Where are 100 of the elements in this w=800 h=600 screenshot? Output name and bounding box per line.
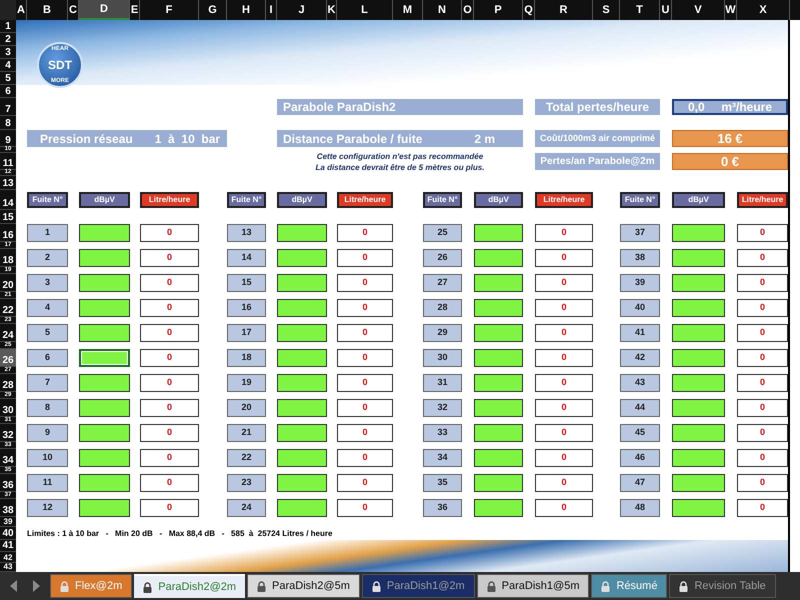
litres-cell: 0 (535, 499, 593, 517)
litres-cell: 0 (737, 349, 788, 367)
level-cell[interactable] (672, 374, 725, 392)
leak-number: 34 (423, 449, 462, 467)
level-cell[interactable] (79, 349, 130, 367)
level-cell[interactable] (277, 399, 327, 417)
leak-number: 19 (227, 374, 266, 392)
level-cell[interactable] (672, 399, 725, 417)
loss-label: Pertes/an Parabole@2m (535, 153, 660, 170)
level-cell[interactable] (474, 274, 523, 292)
level-cell[interactable] (474, 474, 523, 492)
level-cell[interactable] (277, 424, 327, 442)
level-cell[interactable] (672, 474, 725, 492)
level-cell[interactable] (474, 374, 523, 392)
level-cell[interactable] (672, 499, 725, 517)
total-value: 0,0 (688, 99, 705, 116)
level-cell[interactable] (277, 349, 327, 367)
litres-cell: 0 (535, 374, 593, 392)
leak-number: 13 (227, 224, 266, 242)
leak-number: 46 (620, 449, 660, 467)
leak-number: 25 (423, 224, 462, 242)
level-cell[interactable] (672, 274, 725, 292)
level-cell[interactable] (79, 224, 130, 242)
level-cell[interactable] (474, 224, 523, 242)
level-cell[interactable] (672, 424, 725, 442)
litres-cell: 0 (140, 299, 199, 317)
litres-cell: 0 (737, 424, 788, 442)
level-cell[interactable] (277, 449, 327, 467)
level-cell[interactable] (474, 399, 523, 417)
level-cell[interactable] (474, 449, 523, 467)
leak-number: 9 (27, 424, 68, 442)
level-cell[interactable] (277, 274, 327, 292)
level-cell[interactable] (474, 299, 523, 317)
level-cell[interactable] (277, 374, 327, 392)
level-cell[interactable] (79, 299, 130, 317)
litres-cell: 0 (737, 399, 788, 417)
leak-number: 11 (27, 474, 68, 492)
level-cell[interactable] (474, 349, 523, 367)
sheet-tab[interactable]: Résumé (591, 574, 668, 598)
column-label: Litre/heure (140, 192, 199, 208)
level-cell[interactable] (672, 224, 725, 242)
litres-cell: 0 (535, 399, 593, 417)
litres-cell: 0 (337, 474, 393, 492)
level-cell[interactable] (277, 324, 327, 342)
level-cell[interactable] (474, 324, 523, 342)
level-cell[interactable] (79, 399, 130, 417)
level-cell[interactable] (79, 249, 130, 267)
litres-cell: 0 (337, 274, 393, 292)
litres-cell: 0 (140, 449, 199, 467)
level-cell[interactable] (79, 474, 130, 492)
level-cell[interactable] (277, 249, 327, 267)
column-label: dBµV (672, 192, 725, 208)
level-cell[interactable] (672, 449, 725, 467)
litres-cell: 0 (535, 274, 593, 292)
pressure-range: 1 à 10 bar (154, 130, 220, 148)
level-cell[interactable] (474, 499, 523, 517)
sheet-tab[interactable]: ParaDish1@5m (476, 574, 590, 598)
litres-cell: 0 (535, 474, 593, 492)
sheet-tab[interactable]: ParaDish1@2m (362, 574, 475, 598)
column-label: Fuite N° (423, 192, 462, 208)
scroll-right-icon[interactable] (32, 580, 40, 592)
leak-number: 32 (423, 399, 462, 417)
level-cell[interactable] (79, 499, 130, 517)
level-cell[interactable] (277, 224, 327, 242)
scroll-left-icon[interactable] (10, 580, 18, 592)
level-cell[interactable] (672, 299, 725, 317)
level-cell[interactable] (79, 374, 130, 392)
leak-number: 29 (423, 324, 462, 342)
column-header[interactable]: D (79, 0, 130, 20)
leak-number: 4 (27, 299, 68, 317)
level-cell[interactable] (672, 349, 725, 367)
leak-number: 40 (620, 299, 660, 317)
column-label: dBµV (79, 192, 130, 208)
level-cell[interactable] (474, 249, 523, 267)
litres-cell: 0 (535, 299, 593, 317)
level-cell[interactable] (277, 299, 327, 317)
litres-cell: 0 (535, 224, 593, 242)
loss-value: 0 € (672, 153, 788, 170)
level-cell[interactable] (672, 249, 725, 267)
level-cell[interactable] (672, 324, 725, 342)
level-cell[interactable] (79, 274, 130, 292)
sheet-tab[interactable]: Revision Table (669, 574, 776, 598)
leak-number: 10 (27, 449, 68, 467)
column-label: Fuite N° (620, 192, 660, 208)
level-cell[interactable] (277, 474, 327, 492)
row-header[interactable]: 26 (0, 349, 16, 367)
sheet-tab[interactable]: ParaDish2@2m (134, 574, 246, 598)
column-label: dBµV (277, 192, 327, 208)
sheet-tab[interactable]: ParaDish2@5m (247, 574, 360, 598)
litres-cell: 0 (737, 224, 788, 242)
litres-cell: 0 (337, 349, 393, 367)
warning-text: Cette configuration n'est pas recommandée (316, 150, 484, 162)
level-cell[interactable] (79, 424, 130, 442)
level-cell[interactable] (79, 449, 130, 467)
level-cell[interactable] (277, 499, 327, 517)
cost-value: 16 € (672, 130, 788, 147)
column-label: Litre/heure (337, 192, 393, 208)
level-cell[interactable] (474, 424, 523, 442)
level-cell[interactable] (79, 324, 130, 342)
leak-number: 38 (620, 249, 660, 267)
